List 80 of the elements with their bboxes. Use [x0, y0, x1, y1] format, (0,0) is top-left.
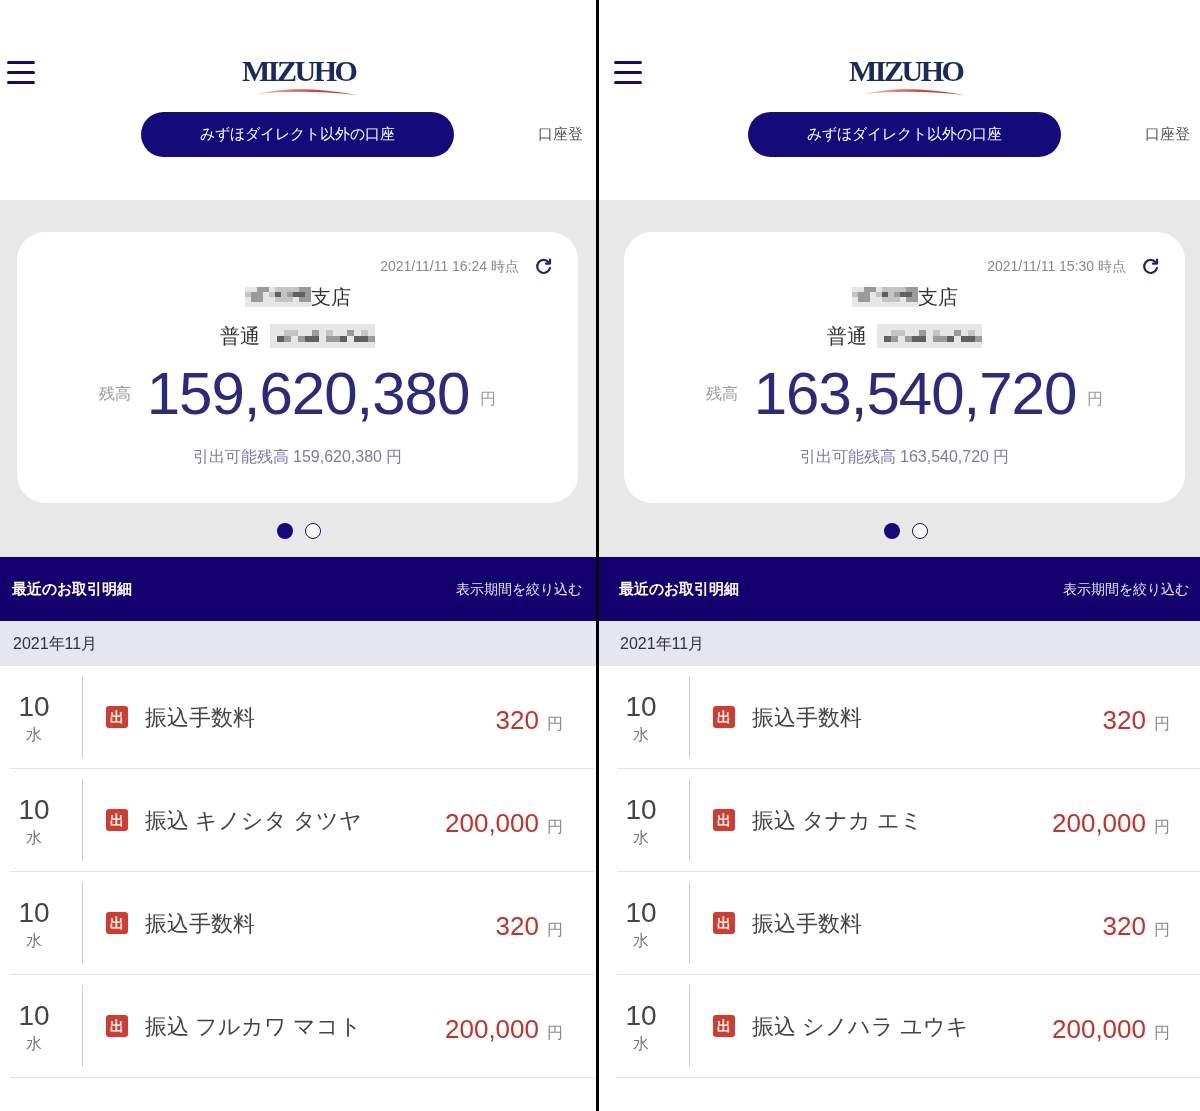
day-number: 10 — [18, 1001, 50, 1031]
transaction-amount: 200,000 — [445, 1012, 539, 1046]
refresh-icon[interactable] — [1142, 257, 1159, 275]
mosaic-redaction — [244, 287, 311, 307]
currency-unit: 円 — [480, 389, 497, 409]
mosaic-redaction — [851, 287, 918, 307]
transaction-amount: 200,000 — [1052, 1012, 1146, 1046]
account-type: 普通 — [827, 324, 867, 348]
debit-badge: 出 — [713, 809, 735, 831]
currency-unit: 円 — [1154, 713, 1170, 734]
currency-unit: 円 — [547, 713, 563, 734]
menu-icon[interactable] — [7, 61, 35, 84]
transaction-description: 振込手数料 — [145, 703, 255, 732]
timestamp-text: 2021/11/11 15:30 時点 — [987, 256, 1126, 276]
currency-unit: 円 — [547, 919, 563, 940]
account-tab[interactable]: みずほダイレクト以外の口座 — [748, 112, 1061, 157]
debit-badge: 出 — [713, 706, 735, 728]
month-label: 2021年11月 — [620, 633, 705, 654]
logo-wordmark: MIZUHO — [849, 58, 963, 84]
day-number: 10 — [18, 692, 50, 722]
transaction-amount: 320 — [495, 909, 539, 943]
day-number: 10 — [625, 1001, 657, 1031]
debit-badge: 出 — [106, 809, 128, 831]
debit-badge: 出 — [106, 706, 128, 728]
balance-label: 残高 — [98, 384, 131, 404]
currency-unit: 円 — [547, 816, 563, 837]
transaction-description: 振込 タナカ エミ — [752, 806, 924, 835]
currency-unit: 円 — [1087, 389, 1104, 409]
refresh-icon[interactable] — [535, 257, 552, 275]
day-number: 10 — [625, 692, 657, 722]
transaction-amount: 200,000 — [1052, 806, 1146, 840]
balance-amount: 159,620,380 — [146, 362, 470, 426]
transaction-description: 振込手数料 — [752, 703, 862, 732]
account-tab[interactable]: みずほダイレクト以外の口座 — [141, 112, 454, 157]
transaction-description: 振込手数料 — [145, 909, 255, 938]
debit-badge: 出 — [106, 912, 128, 934]
account-tab[interactable]: 口座登 — [1145, 123, 1190, 146]
debit-badge: 出 — [106, 1015, 128, 1037]
section-title: 最近のお取引明細 — [619, 578, 739, 599]
branch-name: 支店 — [917, 285, 958, 309]
day-number: 10 — [18, 898, 50, 928]
weekday-label: 水 — [633, 931, 649, 951]
transaction-amount: 200,000 — [445, 806, 539, 840]
currency-unit: 円 — [1154, 1022, 1170, 1043]
transaction-amount: 320 — [1102, 909, 1146, 943]
available-balance: 引出可能残高 163,540,720 円 — [799, 447, 1010, 467]
transaction-amount: 320 — [495, 703, 539, 737]
day-number: 10 — [625, 795, 657, 825]
balance-label: 残高 — [705, 384, 738, 404]
weekday-label: 水 — [633, 828, 649, 848]
filter-link[interactable]: 表示期間を絞り込む — [1063, 578, 1189, 600]
balance-amount: 163,540,720 — [753, 362, 1077, 426]
currency-unit: 円 — [1154, 816, 1170, 837]
day-number: 10 — [18, 795, 50, 825]
transaction-amount: 320 — [1102, 703, 1146, 737]
account-tab[interactable]: 口座登 — [538, 123, 583, 146]
menu-icon[interactable] — [614, 61, 642, 84]
branch-name: 支店 — [310, 285, 351, 309]
transaction-description: 振込 キノシタ タツヤ — [145, 806, 363, 835]
debit-badge: 出 — [713, 912, 735, 934]
weekday-label: 水 — [26, 1034, 42, 1054]
weekday-label: 水 — [26, 828, 42, 848]
transaction-description: 振込手数料 — [752, 909, 862, 938]
timestamp-text: 2021/11/11 16:24 時点 — [380, 256, 519, 276]
currency-unit: 円 — [1154, 919, 1170, 940]
filter-link[interactable]: 表示期間を絞り込む — [456, 578, 582, 600]
available-balance: 引出可能残高 159,620,380 円 — [192, 447, 403, 467]
logo-wordmark: MIZUHO — [242, 58, 356, 84]
account-type: 普通 — [220, 324, 260, 348]
currency-unit: 円 — [547, 1022, 563, 1043]
day-number: 10 — [625, 898, 657, 928]
debit-badge: 出 — [713, 1015, 735, 1037]
section-title: 最近のお取引明細 — [12, 578, 132, 599]
weekday-label: 水 — [26, 931, 42, 951]
weekday-label: 水 — [633, 1034, 649, 1054]
month-label: 2021年11月 — [13, 633, 98, 654]
weekday-label: 水 — [633, 725, 649, 745]
weekday-label: 水 — [26, 725, 42, 745]
transaction-description: 振込 フルカワ マコト — [145, 1012, 363, 1041]
transaction-description: 振込 シノハラ ユウキ — [752, 1012, 970, 1041]
